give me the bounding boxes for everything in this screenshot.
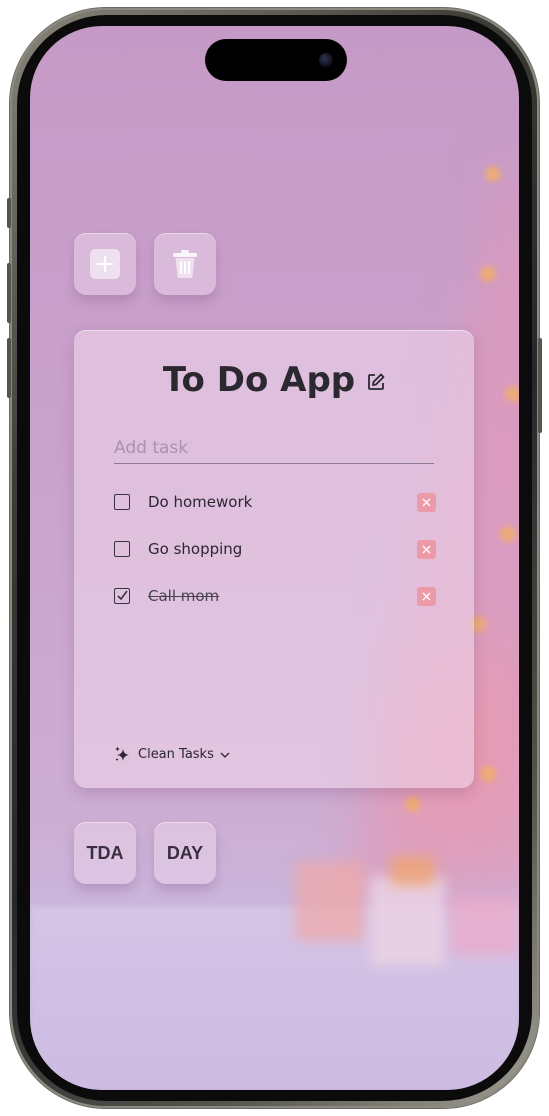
close-icon (422, 592, 431, 601)
checkmark-icon (117, 590, 128, 601)
title-row: To Do App (74, 360, 474, 400)
sparkles-icon (115, 746, 129, 761)
task-label: Call mom (148, 587, 220, 605)
edit-icon[interactable] (367, 373, 385, 391)
tree-light (505, 386, 519, 402)
clean-tasks-menu[interactable]: Clean Tasks (114, 746, 230, 763)
gift-box (390, 856, 435, 886)
tree-light (485, 166, 501, 182)
day-label: DAY (166, 842, 204, 863)
volume-up-button (7, 263, 11, 323)
action-button (7, 198, 11, 228)
task-checkbox[interactable] (114, 494, 130, 510)
add-task-input[interactable] (114, 433, 434, 464)
day-button[interactable]: DAY (154, 822, 216, 884)
chevron-down-icon (220, 752, 230, 758)
close-icon (422, 545, 431, 554)
gift-box (450, 896, 519, 956)
task-item-completed: Call mom (114, 584, 436, 608)
plus-icon (90, 249, 120, 279)
volume-down-button (7, 338, 11, 398)
camera-icon (319, 53, 333, 67)
tree-light (405, 796, 421, 812)
clean-tasks-label: Clean Tasks (138, 747, 214, 762)
delete-task-button[interactable] (417, 540, 436, 559)
wallpaper-floor (30, 906, 519, 1090)
gift-box (295, 861, 365, 941)
delete-task-button[interactable] (417, 587, 436, 606)
add-button[interactable] (74, 233, 136, 295)
tree-light (480, 766, 496, 782)
tda-button[interactable]: TDA (74, 822, 136, 884)
power-button (538, 338, 542, 433)
task-label: Go shopping (148, 540, 243, 558)
gift-box (370, 876, 445, 966)
close-icon (422, 498, 431, 507)
task-label: Do homework (148, 493, 253, 511)
trash-icon (173, 250, 197, 278)
delete-task-button[interactable] (417, 493, 436, 512)
task-checkbox-checked[interactable] (114, 588, 130, 604)
task-item: Do homework (114, 490, 436, 514)
app-title: To Do App (162, 360, 356, 400)
todo-card: To Do App Do homework Go shopping (74, 330, 474, 788)
tree-light (500, 526, 516, 542)
task-item: Go shopping (114, 537, 436, 561)
delete-all-button[interactable] (154, 233, 216, 295)
tda-label: TDA (86, 842, 124, 863)
screen: To Do App Do homework Go shopping (30, 26, 519, 1090)
dynamic-island (205, 39, 347, 81)
task-checkbox[interactable] (114, 541, 130, 557)
tree-light (480, 266, 496, 282)
